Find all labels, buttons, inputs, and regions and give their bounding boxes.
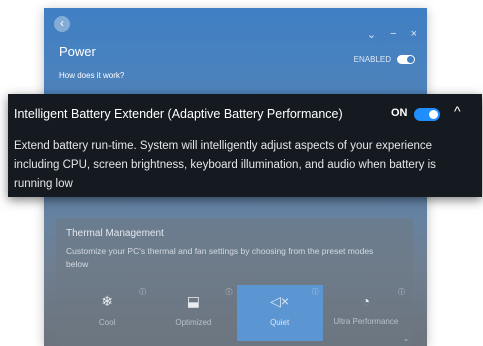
thermal-title: Thermal Management bbox=[66, 228, 164, 239]
thermal-description: Customize your PC's thermal and fan sett… bbox=[66, 246, 374, 269]
info-icon[interactable]: ⓘ bbox=[312, 287, 319, 297]
battery-extender-tooltip: Intelligent Battery Extender (Adaptive B… bbox=[8, 94, 482, 197]
how-does-it-work-link[interactable]: How does it work? bbox=[59, 71, 124, 80]
gauge-icon: ◔ bbox=[361, 293, 371, 309]
snowflake-icon: ❄ bbox=[101, 293, 113, 309]
mode-optimized[interactable]: ⓘ ⬓ Optimized bbox=[150, 285, 236, 341]
enabled-toggle[interactable] bbox=[397, 55, 415, 64]
close-icon[interactable]: × bbox=[411, 28, 417, 41]
tooltip-title: Intelligent Battery Extender (Adaptive B… bbox=[14, 107, 343, 121]
chart-icon: ⬓ bbox=[186, 293, 200, 309]
enabled-switch[interactable]: ENABLED bbox=[354, 55, 415, 64]
thermal-modes: ⓘ ❄ Cool ⓘ ⬓ Optimized ⓘ ◁× Quiet ⓘ ◔ Ul… bbox=[64, 285, 409, 341]
chevron-up-icon[interactable]: ^ bbox=[454, 103, 461, 119]
tooltip-description: Extend battery run-time. System will int… bbox=[14, 140, 436, 190]
enabled-label: ENABLED bbox=[353, 55, 391, 64]
toggle-label: ON bbox=[391, 107, 408, 119]
info-icon[interactable]: ⓘ bbox=[398, 287, 405, 297]
page-title: Power bbox=[59, 44, 96, 59]
battery-extender-toggle[interactable] bbox=[414, 108, 440, 121]
mute-icon: ◁× bbox=[270, 293, 290, 309]
chevron-down-icon[interactable]: ⌄ bbox=[367, 28, 376, 41]
thermal-management-panel: Thermal Management Customize your PC's t… bbox=[56, 218, 413, 346]
mode-ultra-performance[interactable]: ⓘ ◔ Ultra Performance bbox=[323, 285, 409, 341]
back-icon[interactable]: ‹ bbox=[54, 16, 70, 32]
mode-label: Optimized bbox=[175, 318, 212, 327]
info-icon[interactable]: ⓘ bbox=[226, 287, 233, 297]
minimize-icon[interactable]: − bbox=[390, 28, 396, 41]
mode-cool[interactable]: ⓘ ❄ Cool bbox=[64, 285, 150, 341]
info-icon[interactable]: ⓘ bbox=[139, 287, 146, 297]
mode-label: Quiet bbox=[270, 318, 290, 327]
scroll-down-icon[interactable]: ⌄ bbox=[403, 335, 409, 343]
window-controls: ⌄ − × bbox=[367, 28, 417, 41]
mode-label: Cool bbox=[98, 318, 116, 327]
mode-quiet[interactable]: ⓘ ◁× Quiet bbox=[236, 285, 323, 341]
mode-label: Ultra Performance bbox=[333, 317, 399, 326]
